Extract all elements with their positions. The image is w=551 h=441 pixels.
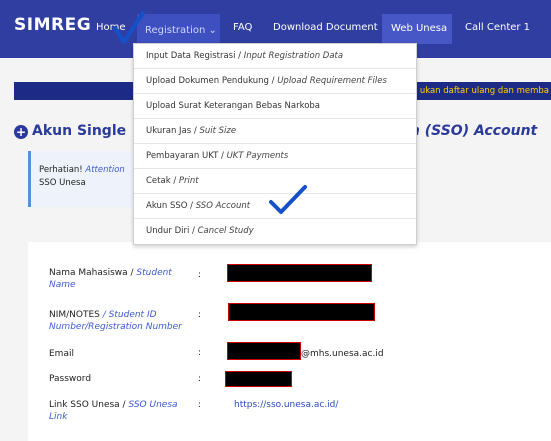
name-label: Nama Mahasiswa / Student Name	[49, 268, 172, 290]
nim-label: NIM/NOTES / Student ID Number/Registratio…	[49, 310, 182, 332]
nav-registration[interactable]: Registration ⌄	[137, 14, 220, 44]
redacted-password	[225, 371, 292, 387]
nav-download-document[interactable]: Download Document	[273, 22, 378, 33]
redacted-name	[227, 264, 372, 282]
redacted-nim	[228, 303, 375, 321]
nim-colon: :	[198, 310, 202, 320]
menu-item-upload-requirement-files[interactable]: Upload Dokumen Pendukung / Upload Requir…	[134, 69, 416, 94]
nav-call-center[interactable]: Call Center 1	[465, 22, 530, 33]
alert-italic: Attention	[85, 165, 125, 175]
sso-link[interactable]: https://sso.unesa.ac.id/	[234, 400, 338, 410]
checkmark-annotation-icon	[113, 11, 145, 44]
password-label: Password	[49, 374, 92, 384]
page-title-right: On (SSO) Account	[398, 123, 538, 139]
redacted-email	[227, 342, 301, 360]
alert-strong: Perhatian!	[39, 165, 83, 175]
brand-logo[interactable]: SIMREG	[14, 15, 91, 35]
email-colon: :	[198, 348, 202, 358]
email-suffix: @mhs.unesa.ac.id	[301, 349, 384, 359]
menu-item-input-registration-data[interactable]: Input Data Registrasi / Input Registrati…	[134, 44, 416, 69]
menu-item-suit-size[interactable]: Ukuran Jas / Suit Size	[134, 119, 416, 144]
password-colon: :	[198, 374, 202, 384]
menu-item-ukt-payments[interactable]: Pembayaran UKT / UKT Payments	[134, 144, 416, 169]
sso-colon: :	[198, 400, 202, 410]
page-title: + Akun Single	[14, 123, 127, 139]
menu-item-cancel-study[interactable]: Undur Diri / Cancel Study	[134, 219, 416, 244]
menu-item-upload-narcotics-letter[interactable]: Upload Surat Keterangan Bebas Narkoba	[134, 94, 416, 119]
nav-faq[interactable]: FAQ	[233, 22, 252, 33]
sso-link-label: Link SSO Unesa / SSO Unesa Link	[49, 400, 178, 422]
name-colon: :	[198, 270, 202, 280]
nav-web-unesa[interactable]: Web Unesa	[382, 14, 452, 44]
alert-line2: SSO Unesa	[39, 178, 86, 188]
plus-circle-icon: +	[14, 125, 28, 139]
email-label: Email	[49, 349, 74, 359]
checkmark-annotation-icon	[269, 185, 307, 214]
